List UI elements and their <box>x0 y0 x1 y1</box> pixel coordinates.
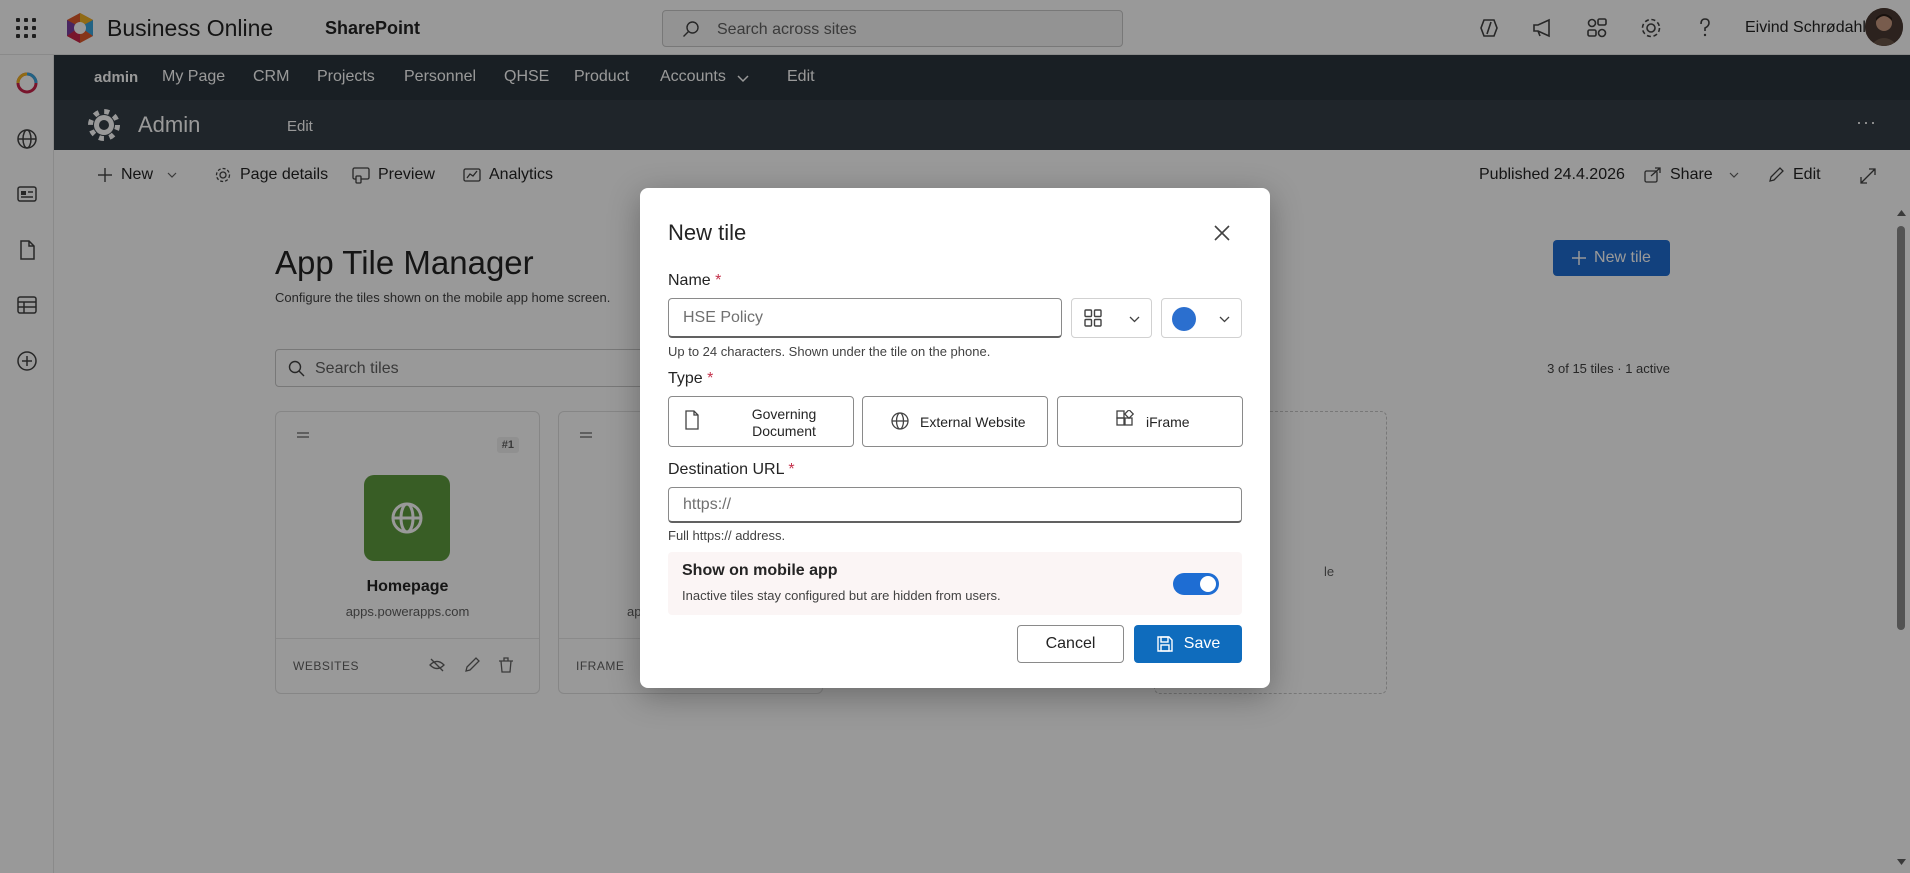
close-icon[interactable] <box>1213 224 1231 242</box>
cancel-button[interactable]: Cancel <box>1017 625 1124 663</box>
mobile-toggle-description: Inactive tiles stay configured but are h… <box>682 588 1001 603</box>
type-label: iFrame <box>1146 414 1190 430</box>
show-on-mobile-section: Show on mobile app Inactive tiles stay c… <box>668 552 1242 615</box>
mobile-toggle-title: Show on mobile app <box>682 562 838 579</box>
url-label-text: Destination URL <box>668 461 784 478</box>
document-icon <box>685 410 699 430</box>
type-label: Governing Document <box>751 406 817 439</box>
new-tile-dialog: New tile Name * HSE Policy Up to 24 char… <box>640 188 1270 688</box>
apps-icon <box>1116 410 1134 426</box>
name-field-label: Name * <box>668 272 721 290</box>
globe-icon <box>891 412 909 430</box>
url-field-label: Destination URL * <box>668 461 795 479</box>
name-label-text: Name <box>668 272 711 289</box>
icon-picker[interactable] <box>1071 298 1152 338</box>
save-button[interactable]: Save <box>1134 625 1242 663</box>
required-marker: * <box>707 370 714 387</box>
type-label-text: Type <box>668 370 703 387</box>
name-input[interactable]: HSE Policy <box>668 298 1062 338</box>
required-marker: * <box>715 272 722 289</box>
destination-url-input[interactable]: https:// <box>668 487 1242 523</box>
type-field-label: Type * <box>668 370 713 388</box>
required-marker: * <box>788 461 795 478</box>
type-iframe[interactable]: iFrame <box>1057 396 1243 447</box>
url-hint: Full https:// address. <box>668 528 786 543</box>
type-label: External Website <box>920 414 1026 430</box>
chevron-down-icon <box>1129 316 1140 323</box>
chevron-down-icon <box>1219 316 1230 323</box>
name-hint: Up to 24 characters. Shown under the til… <box>668 344 991 359</box>
type-governing-document[interactable]: Governing Document <box>668 396 854 447</box>
type-external-website[interactable]: External Website <box>862 396 1048 447</box>
toggle-knob <box>1200 576 1216 592</box>
save-label: Save <box>1183 635 1221 652</box>
color-swatch <box>1172 307 1196 331</box>
dialog-title: New tile <box>668 220 747 245</box>
save-icon <box>1157 636 1173 652</box>
color-picker[interactable] <box>1161 298 1242 338</box>
grid-icon <box>1084 309 1102 327</box>
show-on-mobile-toggle[interactable] <box>1173 573 1219 595</box>
